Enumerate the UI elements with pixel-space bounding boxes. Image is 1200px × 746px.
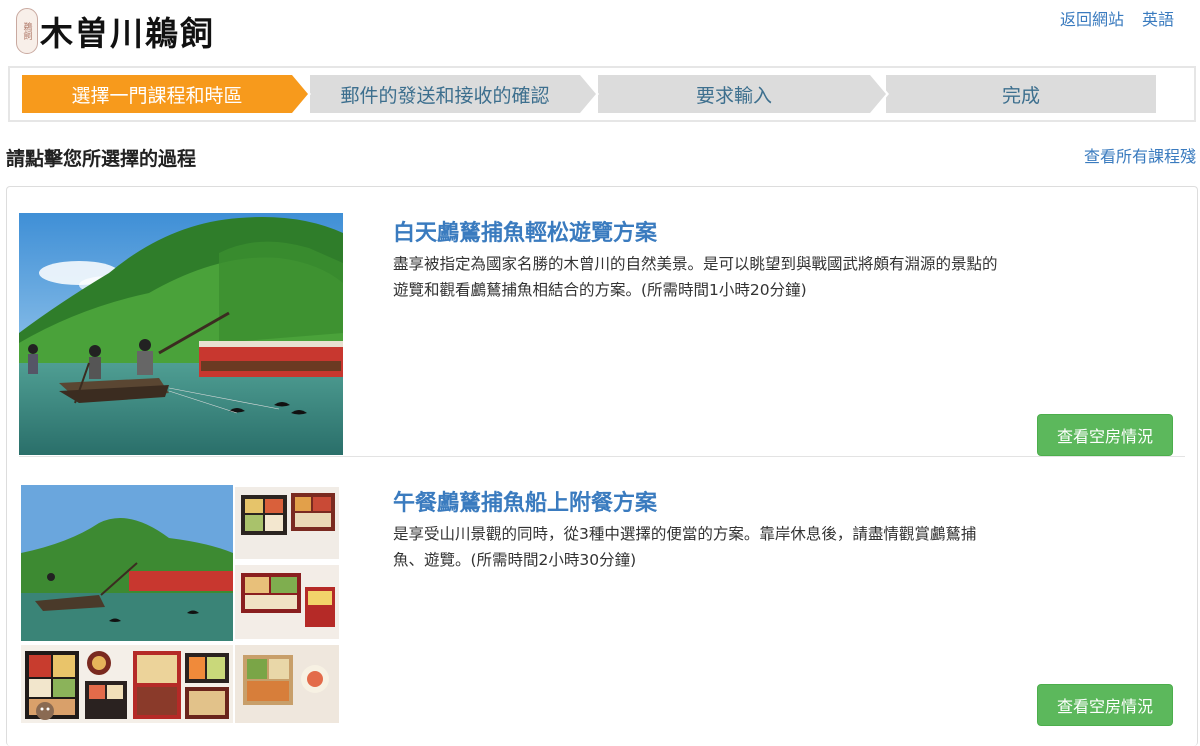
english-link[interactable]: 英語 [1142,6,1174,30]
site-logo[interactable]: 鵜飼 木曽川鵜飼 [16,4,226,58]
course-image-cormorant-fishing[interactable] [19,213,343,455]
course-title[interactable]: 白天鸕鶿捕魚輕松遊覽方案 [393,215,657,247]
section-title: 請點擊您所選擇的過程 [6,148,197,170]
course-image-lunch-boat[interactable] [19,483,343,725]
back-to-site-link[interactable]: 返回網站 [1060,6,1124,30]
lunch-boat-collage-photo [19,483,343,725]
course-description: 盡享被指定為國家名勝的木曾川的自然美景。是可以眺望到與戰國武將頗有淵源的景點的遊… [393,255,998,299]
step-label: 選擇一門課程和時區 [71,84,243,107]
step-complete: 完成 [886,75,1156,113]
check-availability-button[interactable]: 查看空房情況 [1037,684,1173,726]
course-title[interactable]: 午餐鸕鶿捕魚船上附餐方案 [393,485,657,517]
course-item: 白天鸕鶿捕魚輕松遊覽方案 盡享被指定為國家名勝的木曾川的自然美景。是可以眺望到與… [19,213,1185,457]
step-select-course: 選擇一門課程和時區 [22,75,311,113]
view-all-courses-link[interactable]: 查看所有課程殘 [1084,143,1196,167]
course-list: 白天鸕鶿捕魚輕松遊覽方案 盡享被指定為國家名勝的木曾川的自然美景。是可以眺望到與… [6,186,1198,746]
step-input-request: 要求輸入 [598,75,889,113]
top-links: 返回網站 英語 [1060,6,1174,30]
site-header: 鵜飼 木曽川鵜飼 返回網站 英語 [0,0,1200,64]
cormorant-fishing-photo [19,213,343,455]
step-label: 要求輸入 [695,84,772,107]
course-item: 午餐鸕鶿捕魚船上附餐方案 是享受山川景觀的同時，從3種中選擇的便當的方案。靠岸休… [19,483,1185,733]
logo-text: 木曽川鵜飼 [40,14,215,53]
step-email-confirm: 郵件的發送和接收的確認 [310,75,599,113]
check-availability-button[interactable]: 查看空房情況 [1037,414,1173,456]
logo-seal-icon: 鵜飼 [16,8,38,54]
progress-steps: 選擇一門課程和時區 郵件的發送和接收的確認 要求輸入 完成 [8,66,1196,122]
course-description: 是享受山川景觀的同時，從3種中選擇的便當的方案。靠岸休息後，請盡情觀賞鸕鶿捕魚、… [393,525,977,569]
step-label: 郵件的發送和接收的確認 [340,84,550,107]
step-label: 完成 [1001,84,1040,107]
